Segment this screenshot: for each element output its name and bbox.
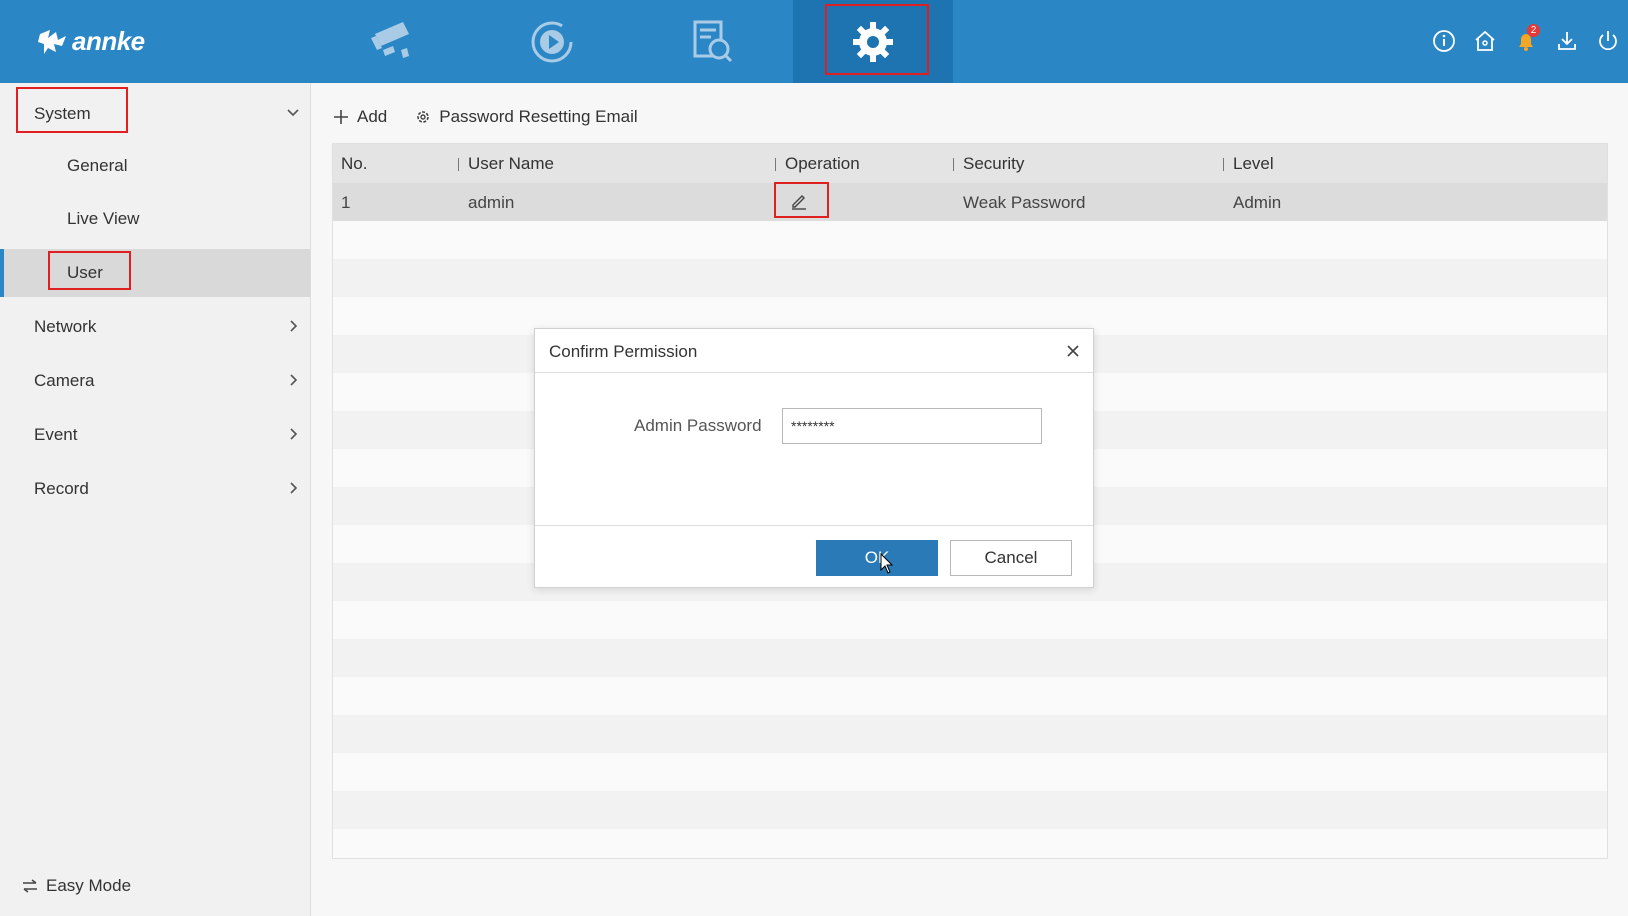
table-row-empty: [333, 259, 1607, 297]
ok-button[interactable]: OK: [816, 540, 938, 576]
cell-user-name: admin: [468, 193, 515, 212]
sidebar-item-system[interactable]: System: [0, 88, 310, 140]
sidebar-item-network[interactable]: Network: [0, 301, 310, 353]
add-user-button[interactable]: Add: [333, 104, 387, 130]
sidebar-item-event[interactable]: Event: [0, 409, 310, 461]
edit-user-button[interactable]: [790, 192, 808, 215]
sidebar-item-live-view[interactable]: Live View: [0, 193, 310, 245]
playback-icon: [531, 21, 573, 62]
table-header: No. User Name Operation Security Level: [333, 144, 1607, 183]
info-icon: [1433, 30, 1455, 52]
sidebar-item-label: Live View: [67, 209, 140, 228]
table-row-empty: [333, 601, 1607, 639]
brand-name: annke: [72, 25, 145, 56]
cell-no: 1: [341, 193, 351, 212]
add-label: Add: [357, 107, 388, 126]
table-row-empty: [333, 753, 1607, 791]
power-button[interactable]: [1594, 24, 1622, 58]
sidebar-item-label: System: [34, 104, 91, 123]
dialog-close-button[interactable]: [1063, 341, 1083, 361]
notification-count-badge: 2: [1527, 24, 1540, 37]
mouse-cursor-icon: [880, 553, 894, 574]
sidebar-item-label: Record: [34, 479, 89, 498]
cell-security: Weak Password: [963, 193, 1086, 212]
switch-arrows-icon: [23, 879, 37, 893]
pencil-icon: [792, 195, 806, 210]
gear-icon: [853, 21, 893, 62]
tab-search[interactable]: [632, 0, 792, 83]
dialog-title: Confirm Permission: [549, 342, 698, 361]
sidebar-item-user[interactable]: User: [0, 249, 310, 297]
easy-mode-label: Easy Mode: [46, 876, 132, 895]
column-header-no: No.: [341, 154, 368, 173]
notifications-button[interactable]: 2: [1512, 24, 1540, 58]
power-icon: [1599, 31, 1617, 51]
table-row-empty: [333, 791, 1607, 829]
table-row-empty: [333, 639, 1607, 677]
tab-live-view[interactable]: [310, 0, 470, 83]
cell-level: Admin: [1233, 193, 1282, 212]
dialog-footer: OK Cancel: [535, 525, 1093, 589]
download-button[interactable]: [1553, 24, 1581, 58]
chevron-right-icon: [290, 428, 298, 440]
download-icon: [1558, 32, 1576, 50]
plus-icon: [334, 110, 348, 124]
brand-logo: annke: [36, 22, 145, 60]
tab-configuration[interactable]: [793, 0, 953, 83]
chevron-right-icon: [290, 374, 298, 386]
table-row-empty: [333, 829, 1607, 858]
tab-playback[interactable]: [472, 0, 632, 83]
sidebar-item-label: General: [67, 156, 128, 175]
table-row-empty: [333, 221, 1607, 259]
table-row[interactable]: 1 admin Weak Password Admin: [333, 183, 1607, 221]
column-header-operation: Operation: [775, 154, 860, 173]
camera-icon: [371, 21, 409, 58]
chevron-down-icon: [287, 109, 299, 117]
sidebar-item-label: Event: [34, 425, 78, 444]
column-header-security: Security: [952, 154, 1025, 173]
admin-password-label: Admin Password: [634, 416, 762, 435]
gear-small-icon: [417, 111, 430, 123]
password-reset-email-button[interactable]: Password Resetting Email: [415, 104, 638, 130]
dialog-header: Confirm Permission: [535, 329, 1093, 373]
sidebar-item-label: Network: [34, 317, 97, 336]
sidebar-item-general[interactable]: General: [0, 140, 310, 192]
home-icon: [1475, 30, 1495, 51]
sidebar-item-record[interactable]: Record: [0, 463, 310, 515]
chevron-right-icon: [290, 482, 298, 494]
column-header-user-name: User Name: [458, 154, 554, 173]
easy-mode-button[interactable]: Easy Mode: [22, 876, 131, 896]
table-row-empty: [333, 715, 1607, 753]
sidebar: System General Live View User Network Ca…: [0, 83, 311, 916]
column-header-level: Level: [1223, 154, 1274, 173]
info-button[interactable]: [1430, 24, 1458, 58]
home-button[interactable]: [1471, 24, 1499, 58]
table-row-empty: [333, 677, 1607, 715]
top-bar: annke 2: [0, 0, 1628, 83]
file-search-icon: [693, 20, 733, 62]
sidebar-item-label: Camera: [34, 371, 95, 390]
annke-logo-icon: [38, 30, 66, 54]
sidebar-item-label: User: [67, 263, 103, 282]
admin-password-field[interactable]: [782, 408, 1042, 444]
chevron-right-icon: [290, 320, 298, 332]
close-icon: [1067, 345, 1079, 357]
sidebar-item-camera[interactable]: Camera: [0, 355, 310, 407]
cancel-button[interactable]: Cancel: [950, 540, 1072, 576]
confirm-permission-dialog: Confirm Permission Admin Password OK Can…: [534, 328, 1094, 588]
user-toolbar: Add Password Resetting Email: [333, 104, 638, 130]
password-reset-email-label: Password Resetting Email: [439, 107, 638, 126]
